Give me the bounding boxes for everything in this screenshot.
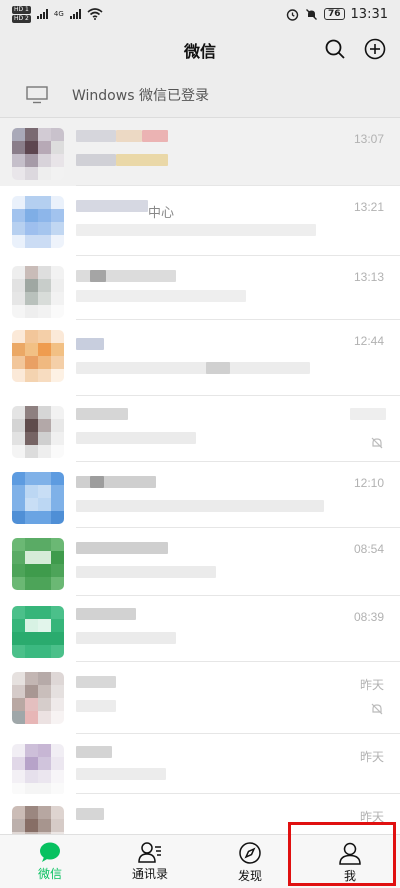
- status-bar: HD 1 HD 2 4G 76 13:31: [0, 0, 400, 28]
- tab-discover[interactable]: 发现: [200, 835, 300, 888]
- mute-bell-icon: [371, 703, 383, 715]
- chat-time: 08:39: [353, 610, 384, 624]
- chat-time: 12:44: [353, 334, 384, 348]
- chat-item[interactable]: 08:54: [0, 528, 400, 596]
- signal-icon: [36, 9, 48, 19]
- chat-item[interactable]: 08:39: [0, 596, 400, 662]
- sim2-label: HD 2: [12, 14, 31, 23]
- tab-label: 通讯录: [131, 867, 168, 881]
- tab-chats[interactable]: 微信: [0, 835, 100, 888]
- compass-icon: [239, 842, 261, 864]
- chat-item[interactable]: 13:13: [0, 256, 400, 320]
- signal-icon-2: [69, 9, 81, 19]
- avatar: [12, 606, 64, 658]
- avatar: [12, 330, 64, 382]
- sim-indicators: HD 1 HD 2: [12, 5, 31, 23]
- avatar: [12, 672, 64, 724]
- tab-contacts[interactable]: 通讯录: [100, 835, 200, 888]
- avatar: [12, 266, 64, 318]
- network-label: 4G: [53, 10, 64, 18]
- monitor-icon: [26, 85, 48, 103]
- avatar: [12, 744, 64, 796]
- chat-item[interactable]: [0, 396, 400, 462]
- status-left: HD 1 HD 2 4G: [12, 5, 103, 23]
- search-icon[interactable]: [324, 38, 346, 60]
- avatar: [12, 806, 64, 834]
- contacts-icon: [138, 842, 161, 863]
- windows-login-text: Windows 微信已登录: [72, 87, 209, 104]
- chat-item[interactable]: 12:10: [0, 462, 400, 528]
- windows-login-banner[interactable]: Windows 微信已登录: [0, 72, 400, 118]
- status-time: 13:31: [350, 6, 388, 22]
- title-bar: 微信: [0, 28, 400, 72]
- chat-time: 12:10: [353, 476, 384, 490]
- add-icon[interactable]: [364, 38, 386, 60]
- tab-label: 发现: [237, 869, 262, 883]
- wifi-icon: [87, 8, 103, 20]
- chat-time: 昨天: [359, 750, 384, 764]
- tab-label: 微信: [37, 867, 62, 881]
- chat-list: 13:07 中心 13:21 13:13 12:44 12:10 08:54 0…: [0, 118, 400, 834]
- chat-item[interactable]: 13:07: [0, 118, 400, 186]
- chat-time: 昨天: [359, 678, 384, 692]
- chat-time: 08:54: [353, 542, 384, 556]
- mute-bell-icon: [371, 437, 383, 449]
- mute-bell-icon: [306, 8, 317, 20]
- chat-item[interactable]: 昨天: [0, 734, 400, 796]
- chat-time: 13:07: [353, 132, 384, 146]
- page-title: 微信: [183, 42, 216, 61]
- highlight-box: [288, 822, 396, 886]
- chat-name: 中心: [148, 206, 175, 221]
- chat-item[interactable]: 12:44: [0, 320, 400, 396]
- battery-indicator: 76: [324, 8, 345, 20]
- chat-time: 13:21: [353, 200, 384, 214]
- chat-item[interactable]: 昨天: [0, 662, 400, 734]
- avatar: [12, 472, 64, 524]
- chat-bubble-icon: [40, 842, 60, 862]
- alarm-icon: [286, 8, 299, 21]
- avatar: [12, 196, 64, 248]
- header-actions: [324, 38, 386, 60]
- avatar: [12, 128, 64, 180]
- chat-time: 13:13: [353, 270, 384, 284]
- sim1-label: HD 1: [12, 5, 31, 14]
- status-right: 76 13:31: [286, 7, 388, 22]
- avatar: [12, 538, 64, 590]
- chat-item[interactable]: 中心 13:21: [0, 186, 400, 256]
- avatar: [12, 406, 64, 458]
